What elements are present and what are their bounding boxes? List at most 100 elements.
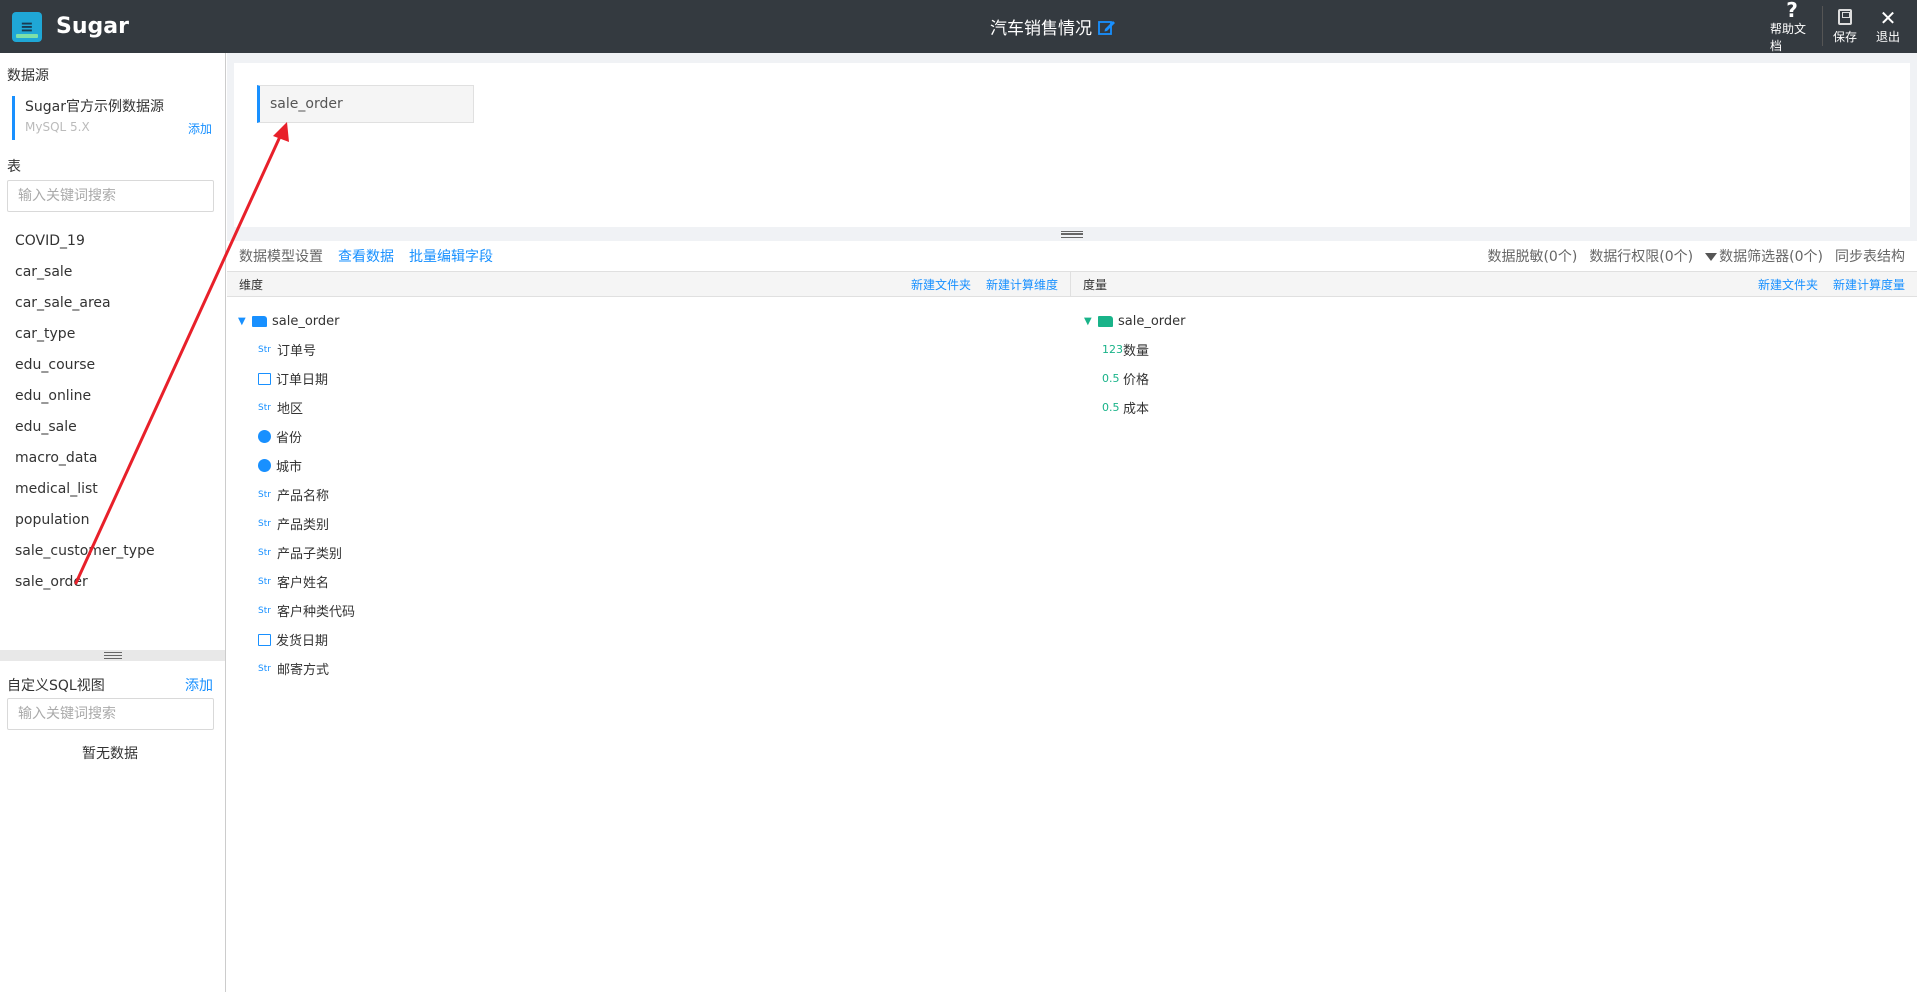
field-name: 产品名称 (277, 489, 330, 504)
new-measure-folder-button[interactable]: 新建文件夹 (1758, 276, 1818, 293)
field-name: 产品类别 (277, 518, 330, 533)
table-item[interactable]: edu_sale (15, 412, 155, 443)
exit-label: 退出 (1875, 30, 1900, 44)
sql-empty-text: 暂无数据 (82, 746, 138, 762)
globe-icon (258, 430, 271, 443)
table-item[interactable]: sale_order (15, 567, 155, 598)
measure-field[interactable]: 123 数量 (1084, 335, 1186, 364)
field-name: 地区 (277, 402, 304, 417)
tables-title: 表 (7, 159, 21, 175)
table-item[interactable]: medical_list (15, 474, 155, 505)
folder-name: sale_order (1118, 313, 1186, 329)
decimal-type-icon: 0.5 (1102, 372, 1120, 385)
dimension-field[interactable]: Str 产品名称 (238, 480, 355, 509)
sql-view-title: 自定义SQL视图 (7, 678, 105, 694)
table-item[interactable]: sale_customer_type (15, 536, 155, 567)
model-toolbar: 数据模型设置 查看数据 批量编辑字段 数据脱敏(0个) 数据行权限(0个) 数据… (227, 241, 1917, 271)
sync-schema-button[interactable]: 同步表结构 (1835, 246, 1905, 266)
sql-search-input[interactable] (7, 698, 214, 730)
measure-field[interactable]: 0.5 成本 (1084, 393, 1186, 422)
string-type-icon: Str (258, 547, 271, 558)
field-name: 发货日期 (276, 634, 329, 649)
table-item[interactable]: population (15, 505, 155, 536)
exit-button[interactable]: ✕ 退出 (1867, 0, 1909, 53)
help-icon: ? (1786, 0, 1798, 22)
data-filter-button[interactable]: 数据筛选器(0个) (1705, 246, 1823, 266)
field-name: 产品子类别 (277, 547, 343, 562)
dimension-field[interactable]: Str 地区 (238, 393, 355, 422)
batch-edit-link[interactable]: 批量编辑字段 (409, 246, 493, 266)
table-item[interactable]: car_sale (15, 257, 155, 288)
field-name: 订单号 (277, 344, 317, 359)
table-item[interactable]: edu_course (15, 350, 155, 381)
canvas-splitter[interactable] (227, 227, 1917, 241)
measure-field[interactable]: 0.5 价格 (1084, 364, 1186, 393)
calendar-icon (258, 633, 271, 646)
help-doc-button[interactable]: ? 帮助文档 (1762, 0, 1822, 53)
dimension-field[interactable]: Str 客户姓名 (238, 567, 355, 596)
new-dimension-folder-button[interactable]: 新建文件夹 (911, 276, 971, 293)
field-name: 价格 (1123, 373, 1150, 388)
field-name: 成本 (1123, 402, 1150, 417)
dimension-actions: 新建文件夹 新建计算维度 (911, 276, 1058, 293)
chevron-down-icon[interactable]: ▼ (238, 316, 248, 327)
measure-folder[interactable]: ▼ sale_order (1084, 307, 1186, 335)
table-item[interactable]: car_sale_area (15, 288, 155, 319)
save-button[interactable]: 保存 (1823, 0, 1867, 53)
table-item[interactable]: macro_data (15, 443, 155, 474)
datasource-title: 数据源 (7, 68, 49, 84)
view-data-link[interactable]: 查看数据 (338, 246, 394, 266)
string-type-icon: Str (258, 518, 271, 529)
string-type-icon: Str (258, 663, 271, 674)
dimension-field[interactable]: Str 产品子类别 (238, 538, 355, 567)
close-icon: ✕ (1879, 6, 1897, 30)
add-sql-view-button[interactable]: 添加 (185, 675, 213, 695)
table-item[interactable]: edu_online (15, 381, 155, 412)
new-calc-measure-button[interactable]: 新建计算度量 (1833, 276, 1905, 293)
dimension-header: 维度 新建文件夹 新建计算维度 (227, 271, 1071, 297)
dimension-field[interactable]: Str 邮寄方式 (238, 654, 355, 683)
table-list: COVID_19 car_sale car_sale_area car_type… (15, 226, 155, 598)
table-item[interactable]: COVID_19 (15, 226, 155, 257)
doc-title-text: 汽车销售情况 (990, 19, 1092, 39)
dimension-field[interactable]: Str 订单号 (238, 335, 355, 364)
field-name: 省份 (276, 431, 303, 446)
brand-name: Sugar (56, 14, 129, 39)
dimension-folder[interactable]: ▼ sale_order (238, 307, 355, 335)
edit-icon[interactable] (1098, 18, 1116, 36)
sidebar-splitter[interactable] (0, 650, 225, 661)
save-label: 保存 (1832, 29, 1857, 44)
doc-title: 汽车销售情况 (990, 14, 1116, 39)
help-doc-label: 帮助文档 (1770, 21, 1807, 53)
dimension-tree: ▼ sale_order Str 订单号 订单日期 Str 地区 省份 城市 Str… (238, 307, 355, 683)
dimension-field[interactable]: 发货日期 (238, 625, 355, 654)
integer-type-icon: 123 (1102, 343, 1123, 356)
string-type-icon: Str (258, 605, 271, 616)
dimension-field[interactable]: Str 客户种类代码 (238, 596, 355, 625)
model-canvas-inner[interactable]: sale_order (234, 63, 1910, 228)
top-bar: ≡ Sugar 汽车销售情况 ? 帮助文档 保存 ✕ 退出 (0, 0, 1917, 53)
row-permission-button[interactable]: 数据行权限(0个) (1589, 246, 1693, 266)
brand[interactable]: ≡ Sugar (12, 11, 129, 42)
dimension-field[interactable]: 省份 (238, 422, 355, 451)
string-type-icon: Str (258, 344, 271, 355)
measure-tree: ▼ sale_order 123 数量 0.5 价格 0.5 成本 (1084, 307, 1186, 422)
add-datasource-button[interactable]: 添加 (188, 120, 212, 137)
field-name: 城市 (276, 460, 303, 475)
folder-name: sale_order (272, 313, 340, 329)
chevron-down-icon[interactable]: ▼ (1084, 316, 1094, 327)
data-mask-button[interactable]: 数据脱敏(0个) (1487, 246, 1577, 266)
measure-title: 度量 (1083, 277, 1108, 292)
dimension-field[interactable]: Str 产品类别 (238, 509, 355, 538)
table-search-input[interactable] (7, 180, 214, 212)
sugar-logo-icon: ≡ (12, 11, 42, 42)
dimension-field[interactable]: 城市 (238, 451, 355, 480)
string-type-icon: Str (258, 489, 271, 500)
table-item[interactable]: car_type (15, 319, 155, 350)
table-node[interactable]: sale_order (257, 85, 474, 123)
model-canvas: sale_order (227, 53, 1917, 229)
dimension-field[interactable]: 订单日期 (238, 364, 355, 393)
new-calc-dimension-button[interactable]: 新建计算维度 (986, 276, 1058, 293)
datasource-item[interactable]: Sugar官方示例数据源 MySQL 5.X 添加 (12, 96, 212, 140)
datasource-type: MySQL 5.X (25, 120, 90, 134)
